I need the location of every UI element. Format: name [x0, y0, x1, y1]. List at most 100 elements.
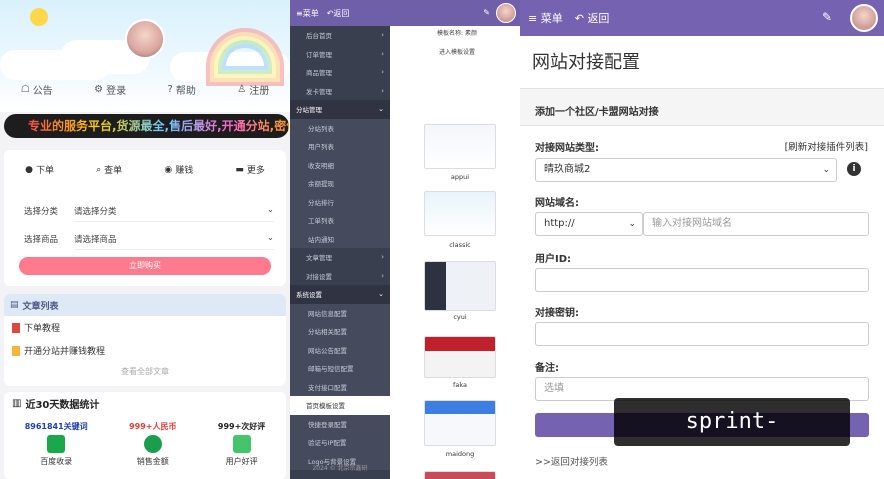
menu-button[interactable]: ≡ 菜单 [528, 10, 563, 26]
user-icon: ♙ [237, 83, 247, 95]
back-button[interactable]: ↶ 返回 [575, 10, 610, 26]
refresh-plugin-list-link[interactable]: [刷新对接插件列表] [785, 139, 868, 153]
sidebar-item[interactable]: 订单管理 › [290, 45, 390, 64]
sidebar-item[interactable]: 收支明细 [290, 155, 390, 174]
search-icon: ⌕ [96, 164, 102, 175]
template-thumb-appui[interactable] [424, 124, 496, 169]
nav-register[interactable]: ♙ 注册 [237, 80, 269, 98]
article-link[interactable]: 下单教程 [4, 316, 286, 339]
sidebar-item[interactable]: 余额提现 [290, 174, 390, 193]
sidebar-item[interactable]: 工单列表 [290, 211, 390, 230]
sidebar-item[interactable]: 对接设置 › [290, 267, 390, 286]
money-bag-icon [143, 435, 162, 453]
chevron-right-icon: › [381, 68, 384, 77]
sidebar-item[interactable]: 分站管理 ⌄ [290, 100, 390, 119]
sidebar-item[interactable]: 后台首页 › [290, 26, 390, 45]
domain-label: 网站域名: [535, 198, 579, 209]
check-icon [47, 435, 66, 453]
category-select[interactable]: 请选择分类 ⌄ [74, 205, 274, 222]
sidebar-item[interactable]: 文章管理 › [290, 248, 390, 267]
sidebar-item[interactable]: 邮箱与短信配置 [290, 359, 390, 378]
avatar[interactable] [850, 4, 878, 32]
template-list: 模板名称: 素颜 进入模板设置 appui classic cyui faka … [394, 26, 520, 479]
sidebar-item[interactable]: 用户列表 [290, 137, 390, 156]
nav-login[interactable]: ⚙ 登录 [94, 80, 126, 98]
nav-notice[interactable]: ☖ 公告 [21, 80, 53, 98]
admin-topbar: ≡菜单 ↶返回 ✎ [290, 0, 520, 26]
list-icon: ▤ [10, 300, 19, 310]
template-name: faka [453, 381, 467, 389]
order-tabs: ● 下单 ⌕ 查单 ◉ 赚钱 ▬ 更多 [4, 150, 286, 177]
chevron-down-icon: ⌄ [266, 205, 274, 215]
sidebar: 后台首页 › 订单管理 › 商品管理 › 发卡管理 › 分站管理 ⌄ 分站列表 用户列表 收支明细 余额提… [290, 26, 390, 479]
stat-baidu: 8961841关键词 百度收录 [24, 422, 88, 466]
buy-now-button[interactable]: 立即购买 [19, 257, 271, 275]
sidebar-item[interactable]: 分站列表 [290, 118, 390, 137]
nav-help[interactable]: ? 帮助 [168, 80, 196, 98]
sidebar-item[interactable]: 站内通知 [290, 229, 390, 248]
menu-button[interactable]: ≡菜单 [296, 8, 319, 19]
tab-order[interactable]: ● 下单 [25, 163, 54, 177]
product-select-row[interactable]: 选择商品 请选择商品 ⌄ [24, 233, 274, 250]
help-icon: ? [167, 83, 173, 95]
key-input[interactable] [535, 322, 869, 346]
wrench-icon[interactable]: ✎ [483, 8, 490, 17]
sidebar-item[interactable]: 分站排行 [290, 192, 390, 211]
watermark: sprint-infinity.com [614, 398, 850, 479]
article-link[interactable]: 开通分站并赚钱教程 [4, 339, 286, 362]
user-id-input[interactable] [535, 268, 869, 292]
stat-reviews: 999+次好评 用户好评 [217, 422, 266, 466]
view-all-articles-link[interactable]: 查看全部文章 [4, 366, 286, 377]
product-select[interactable]: 请选择商品 ⌄ [74, 233, 274, 250]
sidebar-item[interactable]: 商品管理 › [290, 63, 390, 82]
chevron-right-icon: › [381, 253, 384, 262]
notice-icon: ☖ [20, 83, 30, 95]
articles-header: ▤ 文章列表 [4, 294, 286, 316]
sidebar-item[interactable]: 系统设置 ⌄ [290, 285, 390, 304]
chevron-right-icon: › [381, 49, 384, 58]
type-select[interactable]: 晴玖商城2 ⌄ [535, 158, 837, 182]
tab-earn[interactable]: ◉ 赚钱 [164, 163, 193, 177]
template-thumb-faka[interactable] [424, 336, 496, 378]
category-select-row[interactable]: 选择分类 请选择分类 ⌄ [24, 205, 274, 222]
protocol-select[interactable]: http:// ⌄ [535, 212, 643, 236]
sidebar-item[interactable]: 首页模板设置 [290, 396, 390, 415]
wrench-icon[interactable]: ✎ [822, 10, 832, 24]
section-title: 添加一个社区/卡盟网站对接 [520, 88, 884, 126]
chevron-down-icon: ⌄ [378, 105, 384, 114]
template-name-label: 模板名称: 素颜 [437, 30, 477, 37]
template-thumb-maidong[interactable] [424, 400, 496, 446]
sun-decoration [30, 8, 48, 26]
domain-input[interactable]: 输入对接网站域名 [643, 212, 869, 236]
avatar[interactable] [125, 19, 165, 59]
back-to-list-link[interactable]: >>返回对接列表 [535, 454, 608, 468]
article-icon [12, 345, 20, 356]
template-thumb-classic[interactable] [424, 191, 496, 236]
user-icon: ● [25, 164, 33, 175]
sidebar-item[interactable]: 支付接口配置 [290, 377, 390, 396]
chevron-right-icon: › [381, 31, 384, 40]
template-thumb-extra[interactable] [424, 471, 496, 479]
template-name: classic [449, 241, 471, 249]
stats-card: ▥ 近30天数据统计 8961841关键词 百度收录 999+人民币 销售金额 9… [4, 392, 286, 479]
template-name: maidong [445, 450, 475, 458]
hamburger-icon: ≡ [528, 12, 541, 25]
back-button[interactable]: ↶返回 [327, 8, 350, 19]
sidebar-item[interactable]: 网站公告配置 [290, 340, 390, 359]
user-id-label: 用户ID: [535, 254, 572, 265]
sidebar-item[interactable]: 发卡管理 › [290, 82, 390, 101]
sidebar-item[interactable]: 分站相关配置 [290, 322, 390, 341]
sidebar-item[interactable]: 网站信息配置 [290, 303, 390, 322]
page-title: 网站对接配置 [532, 52, 640, 73]
tab-query[interactable]: ⌕ 查单 [96, 163, 122, 177]
info-icon[interactable]: i [847, 162, 861, 176]
coin-icon: ◉ [164, 164, 173, 175]
template-thumb-cyui[interactable] [424, 261, 496, 311]
mobile-shop-panel: ☖ 公告 ⚙ 登录 ? 帮助 ♙ 注册 专业的服务平台,货源最全,售后最好,开通分站,密… [0, 0, 290, 479]
sidebar-item[interactable]: 快捷登录配置 [290, 414, 390, 433]
tab-more[interactable]: ▬ 更多 [235, 163, 265, 177]
sidebar-item[interactable]: 验证与IP配置 [290, 433, 390, 452]
key-label: 对接密钥: [535, 308, 579, 319]
enter-template-settings-link[interactable]: 进入模板设置 [394, 47, 520, 56]
avatar[interactable] [496, 3, 516, 23]
